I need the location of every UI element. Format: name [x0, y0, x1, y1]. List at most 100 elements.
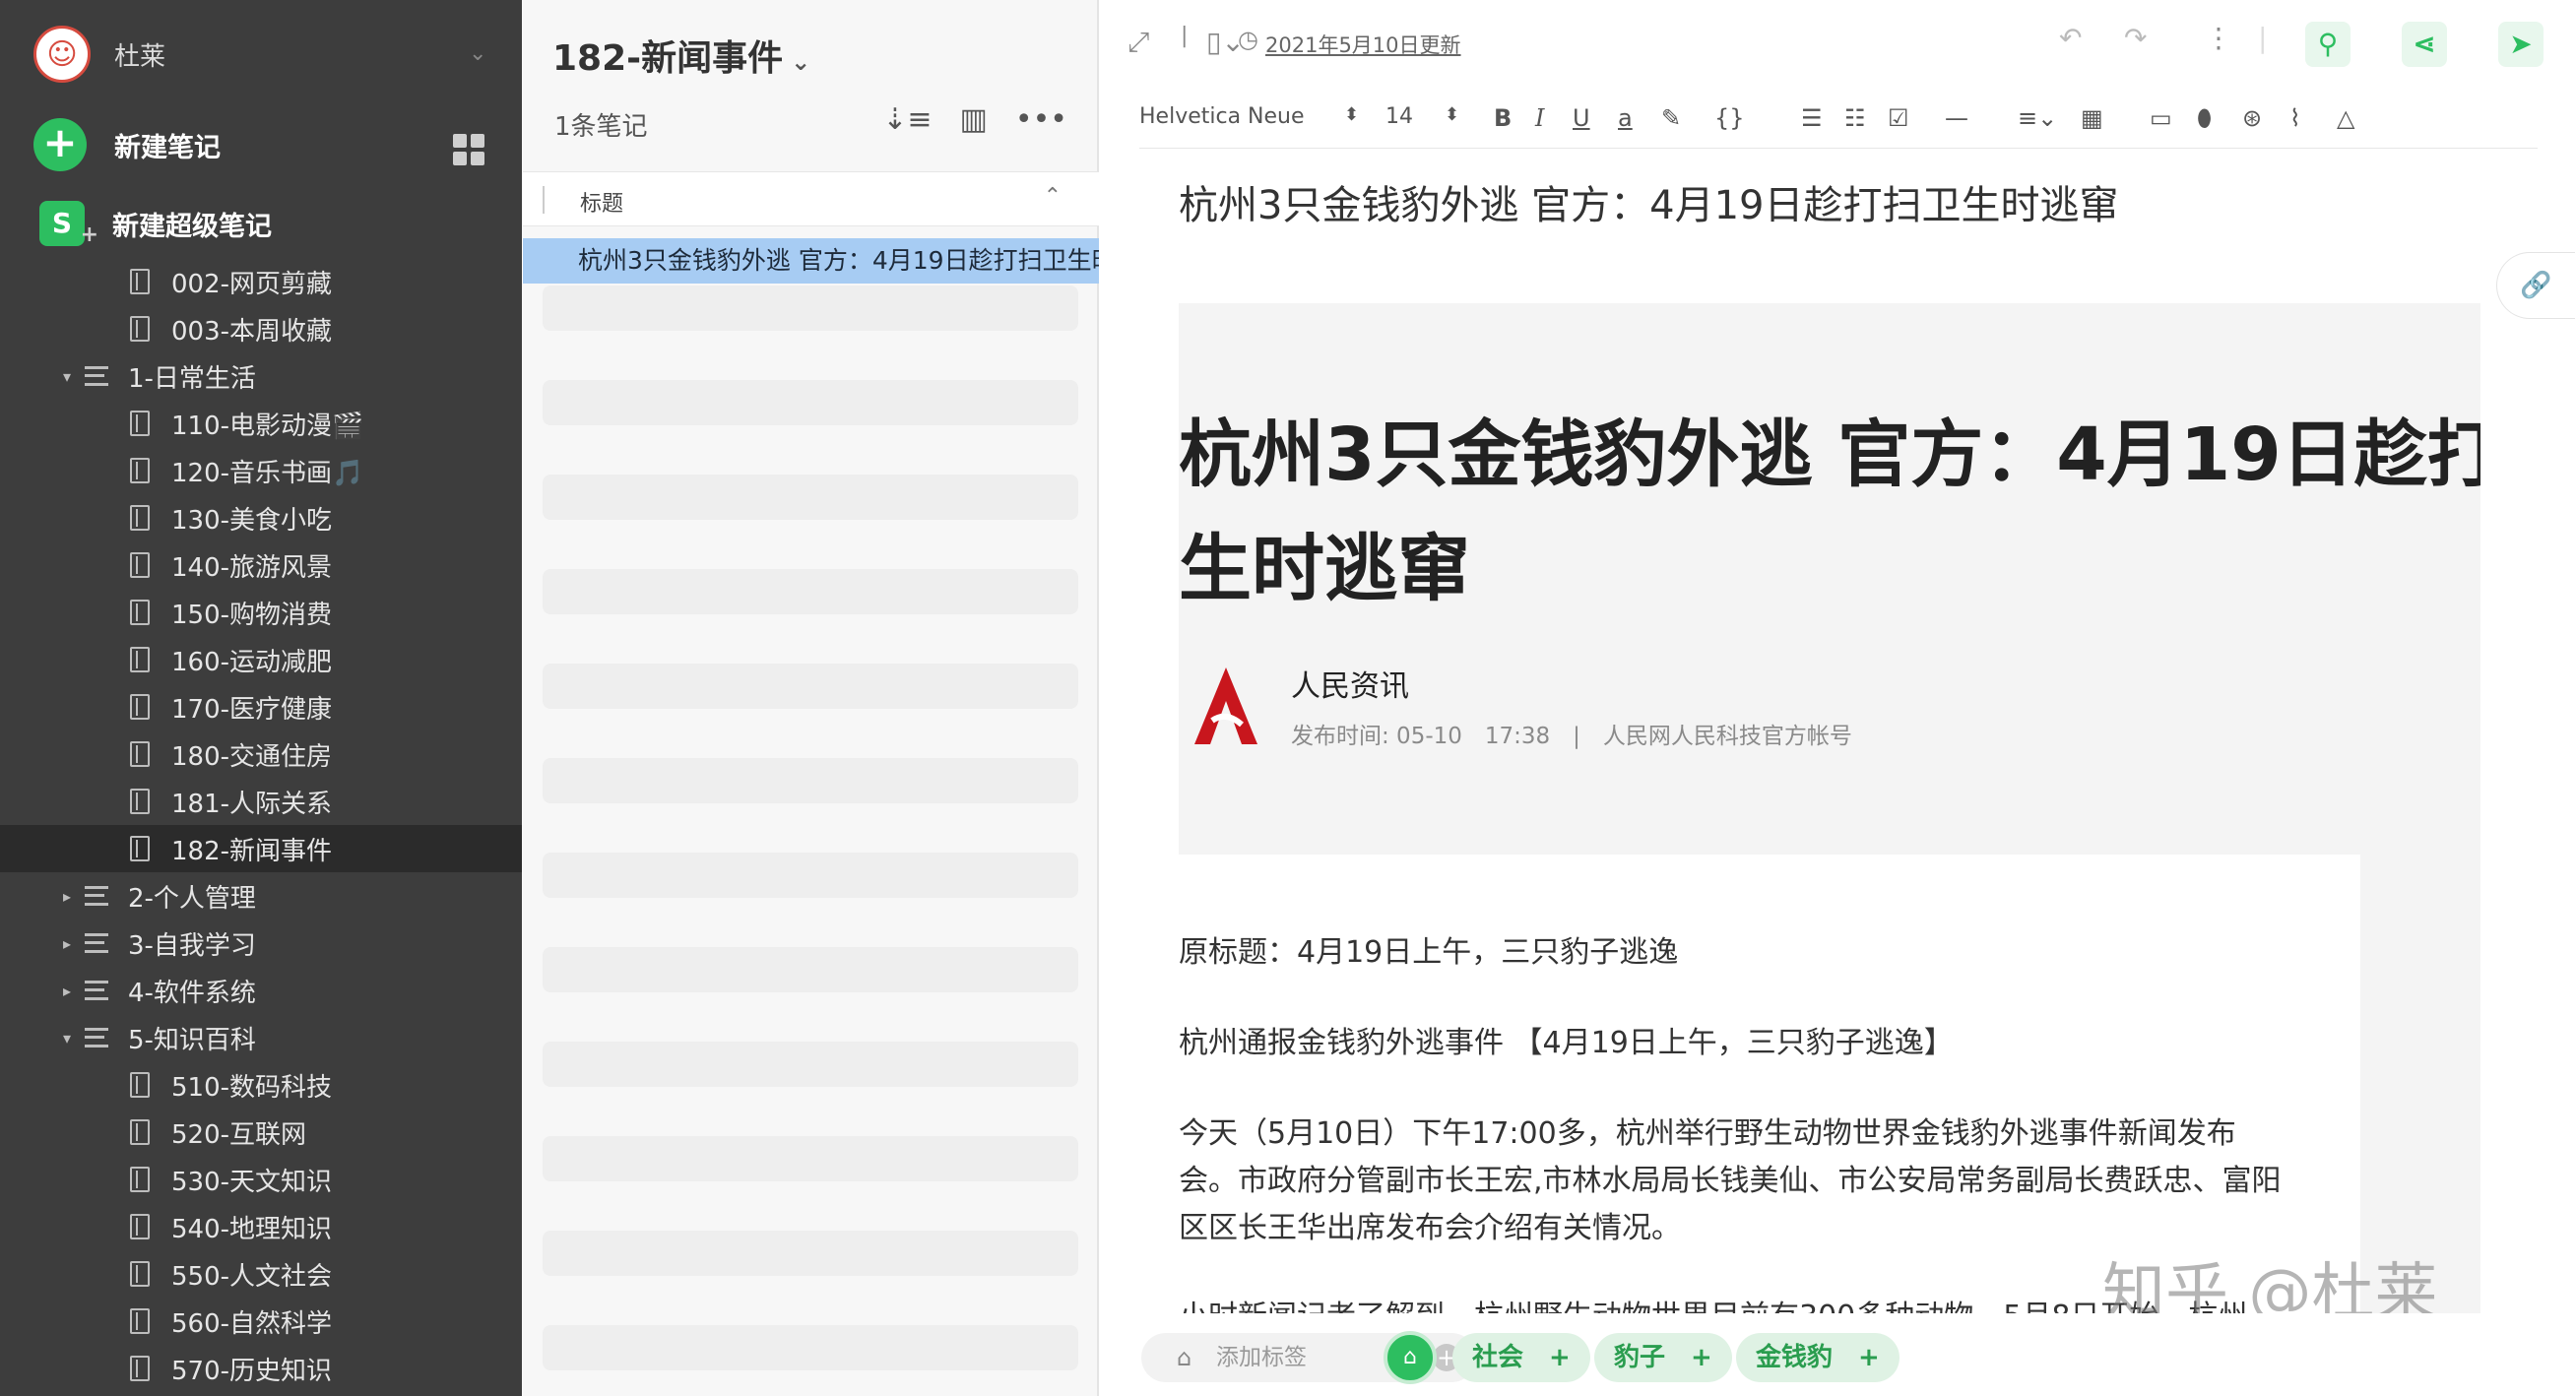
checklist-icon[interactable]: ☑ — [1888, 104, 1909, 132]
notebook-title[interactable]: 182-新闻事件 ⌄ — [552, 30, 810, 81]
stack-item[interactable]: ▾ 5-知识百科 — [0, 1014, 522, 1061]
article-header-card: 杭州3只金钱豹外逃 官方：4月19日趁打扫卫生时逃窜 人民资讯 发布时间: 05… — [1179, 303, 2480, 855]
tree-label: 180-交通住房 — [171, 741, 333, 772]
notebook-item[interactable]: 110-电影动漫🎬 — [0, 400, 522, 447]
tree-label: 560-自然科学 — [171, 1308, 333, 1339]
tree-label: 520-互联网 — [171, 1119, 307, 1150]
text-color-icon[interactable]: a — [1618, 104, 1633, 132]
notebook-item[interactable]: 540-地理知识 — [0, 1203, 522, 1250]
font-select-arrows-icon[interactable]: ⬍ — [1344, 104, 1359, 125]
audio-icon[interactable]: ⬮ — [2197, 104, 2212, 132]
notebook-item[interactable]: 510-数码科技 — [0, 1061, 522, 1109]
stack-item[interactable]: ▸ 2-个人管理 — [0, 872, 522, 920]
notebook-item[interactable]: 530-天文知识 — [0, 1156, 522, 1203]
notebook-item[interactable]: 181-人际关系 — [0, 778, 522, 825]
notebook-item[interactable]: 120-音乐书画🎵 — [0, 447, 522, 494]
notebook-item[interactable]: 182-新闻事件 — [0, 825, 522, 872]
bold-icon[interactable]: B — [1494, 104, 1512, 132]
notebook-item[interactable]: 550-人文社会 — [0, 1250, 522, 1298]
notebook-item[interactable]: 180-交通住房 — [0, 730, 522, 778]
notebook-item[interactable]: 520-互联网 — [0, 1109, 522, 1156]
expand-right-icon[interactable]: ▸ — [57, 887, 77, 906]
tag-bar: ⌂ 添加标签 + ⌂ 社会 + 豹子 + 金钱豹 + — [1100, 1313, 2576, 1396]
expand-right-icon[interactable]: ▸ — [57, 982, 77, 1000]
bullet-list-icon[interactable]: ☰ — [1801, 104, 1823, 132]
redo-icon[interactable]: ↷ — [2124, 22, 2147, 54]
grid-icon[interactable] — [453, 134, 484, 165]
tag-chip[interactable]: 金钱豹 + — [1736, 1333, 1900, 1382]
add-person-icon[interactable]: ⚲ — [2305, 22, 2351, 67]
attachment-icon[interactable]: ⌇ — [2289, 104, 2301, 132]
sketch-icon[interactable]: ⊛ — [2242, 104, 2262, 132]
divider-line-icon[interactable]: — — [1945, 104, 1968, 132]
notebook-item[interactable]: 003-本周收藏 — [0, 305, 522, 352]
paragraph: 原标题：4月19日上午，三只豹子逃逸 — [1179, 935, 1679, 970]
stack-icon — [85, 1028, 108, 1047]
font-size-select[interactable]: 14 — [1385, 104, 1413, 129]
avatar: ☺ — [33, 26, 91, 83]
size-select-arrows-icon[interactable]: ⬍ — [1445, 104, 1459, 125]
column-header[interactable]: 标题 ⌃ — [523, 171, 1099, 226]
italic-icon[interactable]: I — [1535, 104, 1544, 132]
expand-icon[interactable]: ⤢ — [1127, 26, 1149, 59]
link-icon[interactable]: 🔗 — [2496, 252, 2575, 319]
numbered-list-icon[interactable]: ☷ — [1844, 104, 1866, 132]
send-icon[interactable]: ➤ — [2498, 22, 2544, 67]
tag-lock-icon[interactable]: ⌂ — [1384, 1331, 1437, 1384]
font-family-select[interactable]: Helvetica Neue — [1139, 104, 1305, 129]
notebook-item[interactable]: 570-历史知识 — [0, 1345, 522, 1392]
empty-row-placeholder — [543, 1325, 1078, 1370]
plus-icon: + — [33, 118, 87, 171]
tree-label: 150-购物消费 — [171, 600, 333, 630]
expand-down-icon[interactable]: ▾ — [57, 1029, 77, 1047]
underline-icon[interactable]: U — [1573, 104, 1590, 132]
view-layout-icon[interactable]: ▥ — [960, 102, 988, 137]
share-icon[interactable]: ⋖ — [2402, 22, 2447, 67]
sort-icon[interactable]: ⇣≡ — [882, 102, 932, 137]
notebook-icon — [130, 836, 150, 861]
new-note-button[interactable]: + 新建笔记 — [33, 118, 221, 171]
tag-chip[interactable]: 豹子 + — [1594, 1333, 1732, 1382]
undo-icon[interactable]: ↶ — [2059, 22, 2082, 54]
tree-label: 130-美食小吃 — [171, 505, 333, 536]
align-icon[interactable]: ≡⌄ — [2018, 104, 2057, 132]
sort-asc-icon[interactable]: ⌃ — [1044, 184, 1062, 209]
notebook-item[interactable]: 140-旅游风景 — [0, 541, 522, 589]
sidebar: ☺ 杜莱 ⌄ + 新建笔记 S 新建超级笔记 002-网页剪藏 003-本周收藏 ▾… — [0, 0, 522, 1396]
notebook-item[interactable]: 150-购物消费 — [0, 589, 522, 636]
note-title[interactable]: 杭州3只金钱豹外逃 官方：4月19日趁打扫卫生时逃窜 — [1179, 173, 2119, 230]
section-icon[interactable]: ▭ — [2150, 104, 2172, 132]
stack-item[interactable]: ▸ 4-软件系统 — [0, 967, 522, 1014]
tree-label: 110-电影动漫🎬 — [171, 411, 364, 441]
tag-icon: ⌂ — [1177, 1344, 1192, 1371]
notebook-item[interactable]: 160-运动减肥 — [0, 636, 522, 683]
more-vertical-icon[interactable]: ⋮ — [2205, 22, 2232, 54]
stack-item[interactable]: ▸ 3-自我学习 — [0, 920, 522, 967]
chevron-down-icon[interactable]: ⌄ — [469, 41, 486, 66]
stack-item[interactable]: ▾ 1-日常生活 — [0, 352, 522, 400]
notebook-item[interactable]: 002-网页剪藏 — [0, 258, 522, 305]
more-icon[interactable]: ••• — [1015, 102, 1067, 137]
tree-label: 160-运动减肥 — [171, 647, 333, 677]
drive-icon[interactable]: △ — [2337, 104, 2354, 132]
notebook-item[interactable]: 560-自然科学 — [0, 1298, 522, 1345]
note-list-item[interactable]: 杭州3只金钱豹外逃 官方：4月19日趁打扫卫生时逃窜 — [523, 238, 1099, 284]
tree-label: 120-音乐书画🎵 — [171, 458, 364, 488]
notebook-item[interactable]: 170-医疗健康 — [0, 683, 522, 730]
notebook-icon — [130, 552, 150, 578]
notebook-icon — [130, 1356, 150, 1381]
code-block-icon[interactable]: {} — [1714, 104, 1745, 132]
expand-down-icon[interactable]: ▾ — [57, 367, 77, 386]
table-icon[interactable]: ▦ — [2081, 104, 2103, 132]
expand-right-icon[interactable]: ▸ — [57, 934, 77, 953]
new-super-note-button[interactable]: S 新建超级笔记 — [39, 201, 272, 258]
tag-chip[interactable]: 社会 + — [1452, 1333, 1590, 1382]
format-toolbar: Helvetica Neue ⬍ 14 ⬍ B I U a ✎ {} ☰ ☷ ☑… — [1139, 98, 2538, 148]
paragraph: 今天（5月10日）下午17:00多，杭州举行野生动物世界金钱豹外逃事件新闻发布会… — [1179, 1116, 2282, 1245]
notebook-icon — [130, 647, 150, 672]
highlight-icon[interactable]: ✎ — [1661, 104, 1681, 132]
user-menu[interactable]: ☺ 杜莱 — [33, 22, 165, 87]
last-updated[interactable]: 2021年5月10日更新 — [1265, 30, 1461, 59]
notebook-item[interactable]: 130-美食小吃 — [0, 494, 522, 541]
notebook-icon — [130, 1167, 150, 1192]
